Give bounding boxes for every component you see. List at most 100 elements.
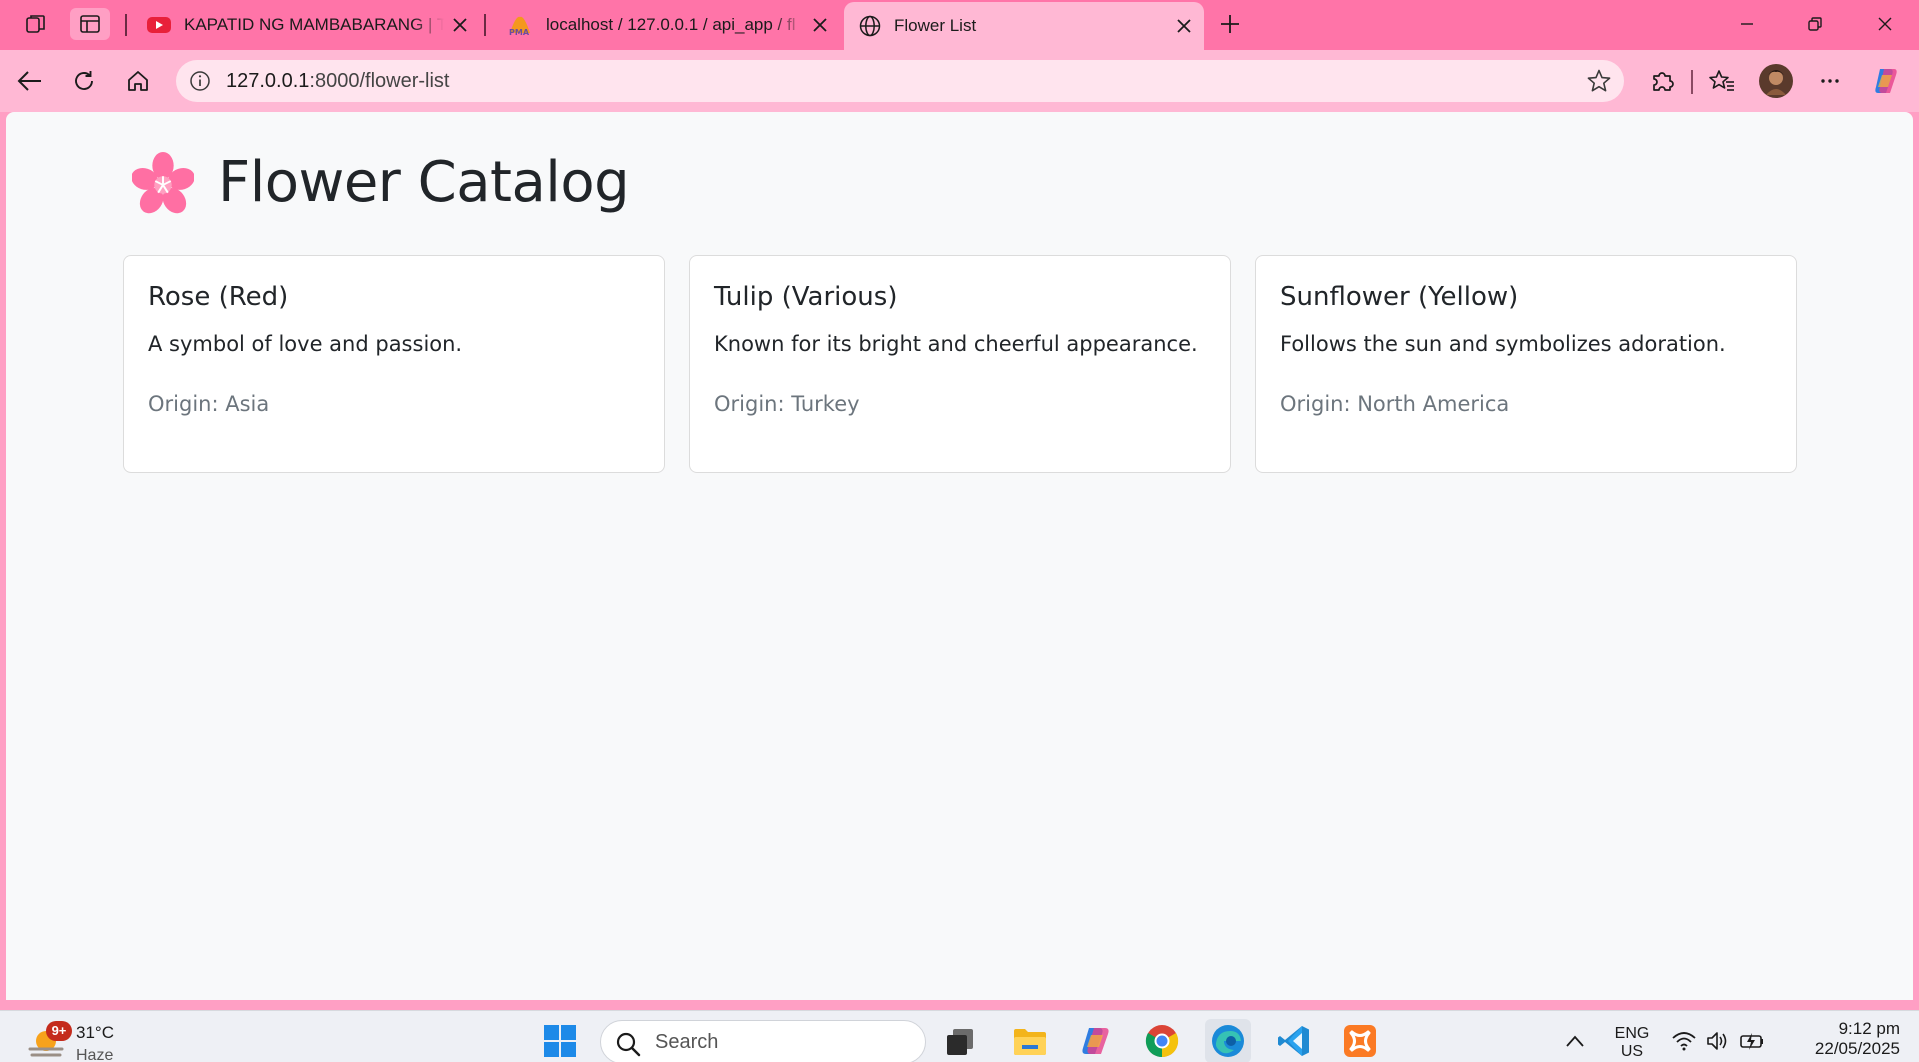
taskbar-vscode[interactable]: [1271, 1019, 1317, 1062]
vscode-icon: [1278, 1026, 1309, 1056]
back-arrow-icon: [17, 71, 41, 91]
browser-toolbar: 127.0.0.1:8000/flower-list: [0, 50, 1919, 112]
phpmyadmin-icon: PMA: [509, 16, 530, 37]
language-secondary: US: [1620, 1043, 1644, 1060]
taskbar-xampp[interactable]: [1337, 1019, 1383, 1062]
page-header: Flower Catalog: [132, 150, 630, 215]
tab-flower-list[interactable]: Flower List: [844, 2, 1204, 50]
close-icon[interactable]: [1168, 10, 1200, 42]
copilot-icon: [1082, 1028, 1109, 1054]
refresh-button[interactable]: [62, 60, 106, 102]
flower-origin: Origin: North America: [1280, 392, 1510, 416]
flower-name: Tulip (Various): [714, 282, 898, 312]
svg-text:PMA: PMA: [509, 28, 530, 37]
wifi-icon: [1672, 1032, 1696, 1051]
tab-actions-icon: [80, 15, 100, 33]
flower-origin: Origin: Turkey: [714, 392, 860, 416]
chevron-up-icon: [1566, 1035, 1584, 1047]
restore-icon: [1808, 17, 1822, 31]
search-icon: [616, 1032, 641, 1057]
minimize-button[interactable]: [1714, 0, 1780, 48]
favorite-star-icon[interactable]: [1586, 68, 1612, 94]
volume-icon: [1707, 1032, 1727, 1050]
page-viewport: Flower Catalog Rose (Red) A symbol of lo…: [6, 112, 1913, 1000]
home-button[interactable]: [116, 60, 160, 102]
system-clock[interactable]: 9:12 pm 22/05/2025: [1784, 1019, 1900, 1059]
notification-badge: 9+: [46, 1021, 72, 1041]
restore-button[interactable]: [1782, 0, 1848, 48]
weather-condition: Haze: [76, 1047, 114, 1062]
tab-title: Flower List: [894, 16, 977, 35]
taskbar-edge[interactable]: [1205, 1019, 1251, 1062]
xampp-icon: [1344, 1025, 1376, 1057]
youtube-icon: [147, 17, 171, 33]
windows-logo-icon: [544, 1025, 576, 1057]
clock-date: 22/05/2025: [1814, 1039, 1900, 1058]
tab-phpmyadmin[interactable]: PMA localhost / 127.0.0.1 / api_app / fl: [492, 4, 840, 46]
copilot-icon: [1875, 69, 1897, 93]
flower-description: Follows the sun and symbolizes adoration…: [1280, 332, 1726, 356]
taskbar-search-box[interactable]: Search: [600, 1020, 926, 1062]
taskbar-copilot[interactable]: [1073, 1019, 1119, 1062]
folder-icon: [1014, 1029, 1046, 1055]
minimize-icon: [1741, 23, 1753, 25]
info-icon[interactable]: [188, 69, 212, 93]
language-primary: ENG: [1614, 1025, 1650, 1042]
close-icon[interactable]: [804, 9, 836, 41]
flower-origin: Origin: Asia: [148, 392, 270, 416]
refresh-icon: [75, 71, 93, 90]
globe-icon: [859, 15, 881, 37]
new-tab-button[interactable]: [1210, 8, 1250, 40]
back-button[interactable]: [8, 60, 52, 102]
tab-title: KAPATID NG MAMBABARANG | Ta: [184, 15, 444, 34]
home-icon: [128, 71, 148, 91]
language-indicator[interactable]: ENG US: [1606, 1025, 1658, 1061]
battery-charging-icon: [1740, 1033, 1763, 1050]
page-title: Flower Catalog: [218, 150, 630, 215]
flower-name: Rose (Red): [148, 282, 289, 312]
browser-titlebar: KAPATID NG MAMBABARANG | Ta PMA localhos…: [0, 0, 1919, 50]
copilot-button[interactable]: [1864, 60, 1908, 102]
favorites-button[interactable]: [1700, 60, 1744, 102]
workspaces-icon: [26, 15, 45, 33]
chrome-icon: [1145, 1025, 1179, 1058]
profile-button[interactable]: [1754, 60, 1798, 102]
start-button[interactable]: [537, 1019, 583, 1062]
url-host: 127.0.0.1: [226, 70, 310, 92]
address-bar[interactable]: 127.0.0.1:8000/flower-list: [176, 60, 1624, 102]
flower-description: A symbol of love and passion.: [148, 332, 463, 356]
cherry-blossom-icon: [132, 151, 194, 213]
show-hidden-icons-button[interactable]: [1552, 1019, 1598, 1062]
plus-icon: [1221, 15, 1239, 33]
flower-card: Sunflower (Yellow) Follows the sun and s…: [1255, 255, 1797, 473]
toolbar-separator: [1691, 70, 1693, 94]
tab-separator: [125, 14, 127, 36]
taskbar-file-explorer[interactable]: [1007, 1019, 1053, 1062]
url-path: :8000/flower-list: [309, 70, 450, 92]
close-icon[interactable]: [444, 9, 476, 41]
flower-card: Tulip (Various) Known for its bright and…: [689, 255, 1231, 473]
flower-description: Known for its bright and cheerful appear…: [714, 332, 1198, 356]
windows-taskbar: 9+ 31°C Haze Search ENG US 9:12 pm 22/05…: [0, 1010, 1919, 1062]
close-window-button[interactable]: [1852, 0, 1918, 48]
flower-card: Rose (Red) A symbol of love and passion.…: [123, 255, 665, 473]
more-menu-button[interactable]: [1808, 60, 1852, 102]
task-view-icon: [947, 1029, 973, 1055]
quick-settings-button[interactable]: [1666, 1019, 1770, 1062]
more-dots-icon: [1821, 79, 1839, 83]
extensions-button[interactable]: [1640, 60, 1684, 102]
weather-widget[interactable]: 9+ 31°C Haze: [26, 1015, 136, 1062]
taskbar-chrome[interactable]: [1139, 1019, 1185, 1062]
tab-separator: [484, 14, 486, 36]
weather-temperature: 31°C: [76, 1023, 114, 1042]
favorites-icon: [1709, 70, 1734, 91]
address-url[interactable]: 127.0.0.1:8000/flower-list: [226, 70, 449, 93]
taskbar-task-view[interactable]: [937, 1019, 983, 1062]
workspaces-button[interactable]: [16, 8, 56, 40]
tab-youtube[interactable]: KAPATID NG MAMBABARANG | Ta: [132, 4, 480, 46]
tab-actions-button[interactable]: [70, 8, 110, 40]
flower-name: Sunflower (Yellow): [1280, 282, 1519, 312]
clock-time: 9:12 pm: [1838, 1019, 1900, 1038]
avatar: [1759, 64, 1793, 98]
search-placeholder: Search: [655, 1031, 719, 1053]
